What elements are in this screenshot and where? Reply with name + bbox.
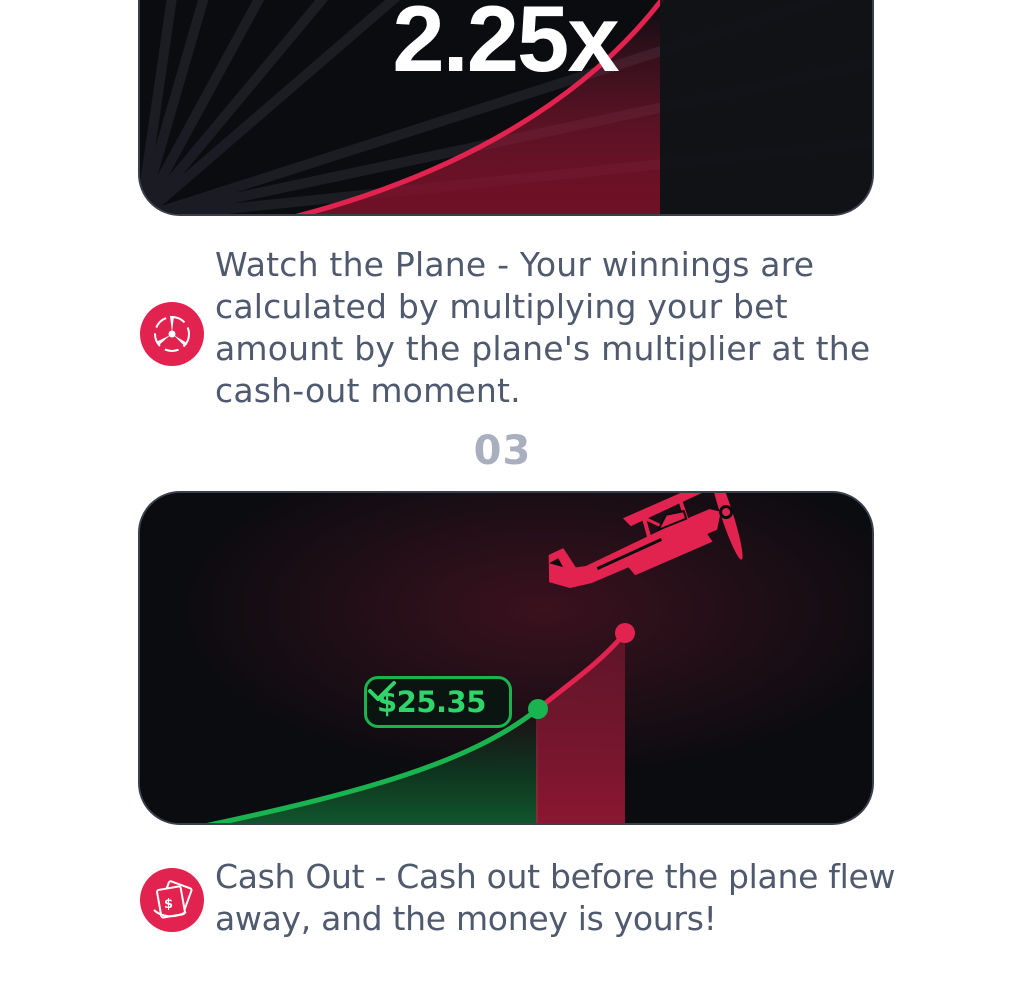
cashout-illustration-card: $25.35 bbox=[138, 491, 874, 825]
multiplier-illustration-card: 2.25x bbox=[138, 0, 874, 216]
plane-point bbox=[615, 623, 635, 643]
how-to-play-page: 2.25x Watch the Plane - Your winnings ar… bbox=[0, 0, 1015, 1000]
svg-text:$: $ bbox=[164, 897, 173, 912]
cash-icon: $ bbox=[140, 868, 204, 932]
multiplier-value: 2.25x bbox=[392, 0, 619, 91]
propeller-icon bbox=[140, 302, 204, 366]
cashout-point bbox=[528, 699, 548, 719]
step-description: Cash Out - Cash out before the plane fle… bbox=[215, 857, 896, 938]
step-number: 03 bbox=[473, 428, 532, 474]
step-description: Watch the Plane - Your winnings are calc… bbox=[215, 245, 871, 410]
cashout-amount-badge: $25.35 bbox=[364, 676, 512, 728]
cashout-curve-graphic bbox=[140, 493, 872, 823]
